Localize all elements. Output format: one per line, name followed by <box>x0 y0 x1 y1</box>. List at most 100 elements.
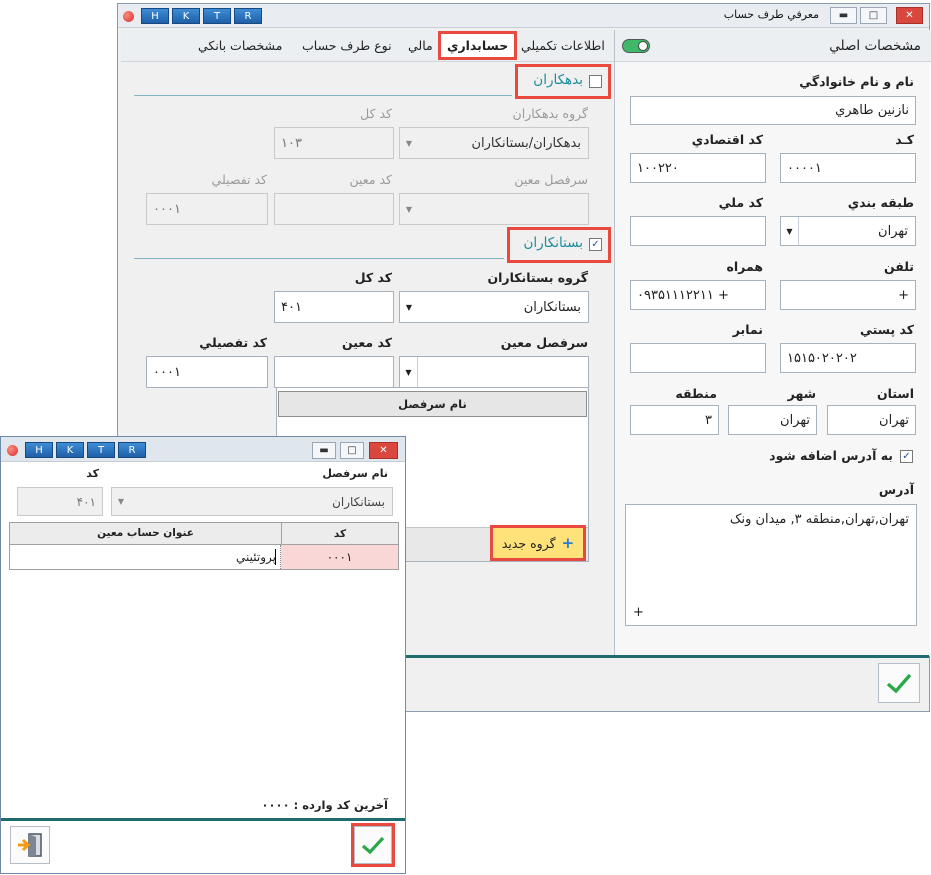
tab-party-type[interactable]: نوع طرف حساب <box>302 38 392 53</box>
h-button[interactable]: H <box>141 8 169 24</box>
maximize-icon[interactable]: □ <box>340 442 364 459</box>
k-button[interactable]: K <box>172 8 200 24</box>
chevron-down-icon[interactable]: ▼ <box>112 488 130 515</box>
h-button[interactable]: H <box>25 442 53 458</box>
chevron-down-icon[interactable]: ▼ <box>400 357 418 387</box>
tab-bar: مشخصات بانكي نوع طرف حساب مالي حسابداري … <box>121 30 616 62</box>
right-panel: مشخصات اصلي نام و نام خانوادگي نازنين طا… <box>614 30 931 656</box>
dialog-code-label: كد <box>86 467 99 480</box>
chevron-down-icon[interactable]: ▼ <box>400 128 418 158</box>
mobile-field[interactable]: ۰۹۳۵۱۱۱۲۲۱۱ + <box>630 280 766 310</box>
mobile-label: همراه <box>726 259 764 274</box>
creditors-moein-label: كد معين <box>342 335 392 350</box>
creditors-group-select[interactable]: ▼ بستانكاران <box>399 291 589 323</box>
checkmark-icon <box>886 673 912 694</box>
window-title: معرفي طرف حساب <box>723 8 819 21</box>
debtors-heading-select[interactable]: ▼ <box>399 193 589 225</box>
row-title-cell[interactable]: پروتئيني <box>10 545 281 569</box>
table-row[interactable]: پروتئيني ۰۰۰۱ <box>10 545 398 569</box>
chevron-down-icon[interactable]: ▼ <box>400 194 418 224</box>
tab-financial[interactable]: مالي <box>408 38 433 53</box>
name-field[interactable]: نازنين طاهري <box>630 96 916 125</box>
postal-code-field[interactable]: ۱۵۱۵۰۲۰۲۰۲ <box>780 343 916 373</box>
fax-field[interactable] <box>630 343 766 373</box>
debtors-group-label: گروه بدهكاران <box>512 106 588 121</box>
r-button[interactable]: R <box>234 8 262 24</box>
debtors-moein-field[interactable] <box>274 193 394 225</box>
tab-additional-info[interactable]: اطلاعات تكميلي <box>521 38 605 53</box>
creditors-divider <box>134 258 504 259</box>
app-orb-icon <box>123 10 134 22</box>
last-code-text: آخرين كد وارده : ۰۰۰۰ <box>261 798 388 812</box>
hktr-toolbar: H K T R <box>123 8 262 24</box>
tab-accounting[interactable]: حسابداري <box>437 31 518 60</box>
province-field[interactable]: تهران <box>827 405 916 435</box>
creditors-heading-label: سرفصل معين <box>500 335 588 350</box>
minimize-icon[interactable]: ▬ <box>312 442 336 459</box>
heading-dialog: H K T R ▬ □ ✕ نام سرفصل كد ▼ بستانكاران … <box>0 436 406 874</box>
row-code-cell[interactable]: ۰۰۰۱ <box>281 545 398 569</box>
creditors-detail-label: كد تفصيلي <box>199 335 267 350</box>
tab-bank-details[interactable]: مشخصات بانكي <box>198 38 282 53</box>
region-field[interactable]: ۳ <box>630 405 719 435</box>
main-ok-button[interactable] <box>878 663 920 703</box>
creditors-moein-field[interactable] <box>274 356 394 388</box>
r-button[interactable]: R <box>118 442 146 458</box>
chevron-down-icon[interactable]: ▼ <box>400 292 418 322</box>
debtors-moein-label: كد معين <box>349 172 393 187</box>
dialog-hktr-toolbar: H K T R <box>7 442 146 458</box>
add-to-address-checkbox[interactable]: ✓ <box>900 450 913 463</box>
moein-table: عنوان حساب معين كد پروتئيني ۰۰۰۱ <box>9 522 399 570</box>
address-label: آدرس <box>878 482 914 497</box>
econ-code-label: كد اقتصادي <box>691 132 763 147</box>
column-code: كد <box>281 523 398 545</box>
dialog-code-field[interactable]: ۴۰۱ <box>17 487 103 516</box>
main-titlebar: H K T R معرفي طرف حساب ▬ □ ✕ <box>118 4 929 28</box>
new-group-button[interactable]: گروه جديد + <box>490 525 586 561</box>
creditors-heading-select[interactable]: ▼ <box>399 356 589 388</box>
phone-field[interactable]: + <box>780 280 916 310</box>
debtors-label: بدهكاران <box>533 72 583 88</box>
phone-label: تلفن <box>883 259 914 274</box>
dialog-ok-button[interactable] <box>351 823 395 867</box>
debtors-total-code-label: كد كل <box>360 106 392 121</box>
debtors-total-code-field[interactable]: ۱۰۳ <box>274 127 394 159</box>
city-label: شهر <box>787 386 816 401</box>
heading-name-label: نام سرفصل <box>322 467 388 480</box>
close-icon[interactable]: ✕ <box>369 442 398 459</box>
creditors-checkbox[interactable]: ✓ <box>589 238 602 251</box>
right-panel-header: مشخصات اصلي <box>615 30 931 62</box>
name-label: نام و نام خانوادگي <box>799 74 914 89</box>
address-textarea[interactable]: تهران,تهران,منطقه ۳, ميدان ونک + <box>625 504 917 626</box>
debtors-group-select[interactable]: ▼ بدهكاران/بستانكاران <box>399 127 589 159</box>
toggle-switch[interactable] <box>622 39 650 53</box>
add-to-address-label: به آدرس اضافه شود <box>769 448 893 463</box>
debtors-divider <box>134 95 512 96</box>
region-label: منطقه <box>675 386 717 401</box>
minimize-icon[interactable]: ▬ <box>830 7 857 24</box>
creditors-total-code-field[interactable]: ۴۰۱ <box>274 291 394 323</box>
national-code-field[interactable] <box>630 216 766 246</box>
heading-name-select[interactable]: ▼ بستانكاران <box>111 487 393 516</box>
plus-icon[interactable]: + <box>633 605 644 620</box>
debtors-checkbox[interactable] <box>589 75 602 88</box>
t-button[interactable]: T <box>203 8 231 24</box>
econ-code-field[interactable]: ۱۰۰۲۲۰ <box>630 153 766 183</box>
debtors-heading-label: سرفصل معين <box>514 172 588 187</box>
debtors-detail-field[interactable]: ۰۰۰۱ <box>146 193 268 225</box>
category-select[interactable]: ▼ تهران <box>780 216 916 246</box>
chevron-down-icon[interactable]: ▼ <box>781 217 799 245</box>
creditors-group-label: گروه بستانكاران <box>487 270 588 285</box>
city-field[interactable]: تهران <box>728 405 817 435</box>
k-button[interactable]: K <box>56 442 84 458</box>
close-icon[interactable]: ✕ <box>896 7 923 24</box>
code-field[interactable]: ۰۰۰۰۱ <box>780 153 916 183</box>
maximize-icon[interactable]: □ <box>860 7 887 24</box>
code-label: كـد <box>895 132 914 147</box>
creditors-detail-field[interactable]: ۰۰۰۱ <box>146 356 268 388</box>
province-label: استان <box>876 386 914 401</box>
category-label: طبقه بندي <box>847 195 914 210</box>
t-button[interactable]: T <box>87 442 115 458</box>
plus-icon: + <box>561 534 575 552</box>
exit-button[interactable] <box>10 826 50 864</box>
